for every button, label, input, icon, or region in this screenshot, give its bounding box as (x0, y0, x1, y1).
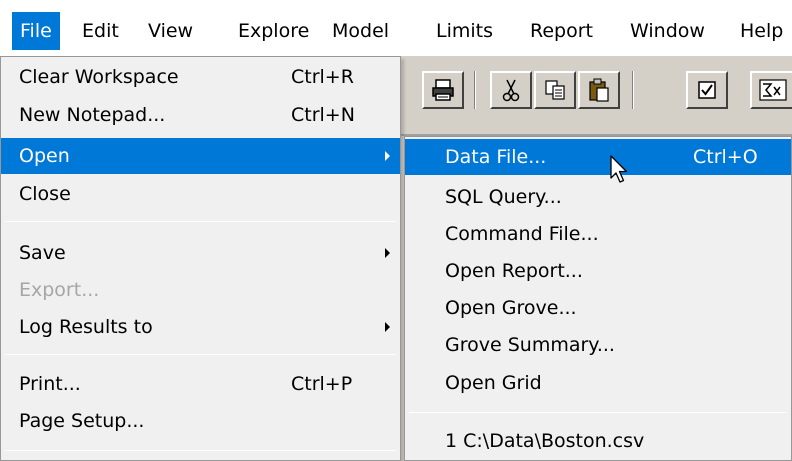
menu-edit[interactable]: Edit (82, 12, 119, 50)
submenu-arrow-icon (385, 151, 390, 161)
shortcut-label: Ctrl+R (291, 66, 354, 88)
menu-explore[interactable]: Explore (238, 12, 309, 50)
submenu-item-data-file[interactable]: Data File... Ctrl+O (405, 139, 791, 175)
menu-item-label: Clear Workspace (19, 66, 179, 88)
submenu-item-sql-query[interactable]: SQL Query... (405, 179, 791, 215)
menu-item-label: Open Grid (445, 372, 542, 394)
toolbar-separator (474, 71, 476, 109)
print-icon (431, 79, 455, 101)
copy-icon (544, 79, 566, 101)
toolbar-separator (632, 71, 634, 109)
menu-item-label: Save (19, 242, 66, 264)
menu-item-label: Print... (19, 373, 81, 395)
shortcut-label: Ctrl+O (693, 146, 758, 168)
menu-window[interactable]: Window (630, 12, 705, 50)
copy-button[interactable] (534, 71, 576, 109)
menu-item-clear-workspace[interactable]: Clear Workspace Ctrl+R (1, 59, 400, 95)
cut-button[interactable] (490, 71, 532, 109)
submenu-item-open-grid[interactable]: Open Grid (405, 365, 791, 401)
menu-item-label: Command File... (445, 223, 599, 245)
formula-icon (759, 79, 787, 101)
menu-file[interactable]: File (12, 12, 60, 50)
cut-icon (501, 78, 521, 102)
submenu-item-open-grove[interactable]: Open Grove... (405, 290, 791, 326)
menu-item-label: New Notepad... (19, 104, 166, 126)
menu-item-label: Close (19, 183, 71, 205)
menu-item-label: Open Report... (445, 260, 583, 282)
menu-item-page-setup[interactable]: Page Setup... (1, 403, 400, 439)
menu-item-label: Data File... (445, 146, 547, 168)
menu-item-label: SQL Query... (445, 186, 562, 208)
menu-item-label: Grove Summary... (445, 334, 615, 356)
submenu-item-grove-summary[interactable]: Grove Summary... (405, 327, 791, 363)
mouse-pointer-icon (610, 155, 630, 190)
menu-item-label: Open (19, 145, 70, 167)
menu-item-print[interactable]: Print... Ctrl+P (1, 366, 400, 402)
checkbox-icon (697, 80, 717, 100)
formula-button[interactable] (750, 71, 792, 109)
submenu-item-command-file[interactable]: Command File... (405, 216, 791, 252)
menu-item-label: Log Results to (19, 316, 153, 338)
menu-separator (5, 221, 396, 222)
menu-item-open[interactable]: Open (1, 138, 400, 174)
menu-separator (409, 412, 787, 413)
menu-limits[interactable]: Limits (436, 12, 493, 50)
submenu-item-open-report[interactable]: Open Report... (405, 253, 791, 289)
paste-icon (588, 78, 610, 102)
shortcut-label: Ctrl+N (291, 104, 355, 126)
menu-separator (5, 354, 396, 355)
menu-bar: File Edit View Explore Model Limits Repo… (0, 0, 792, 56)
menu-model[interactable]: Model (332, 12, 389, 50)
submenu-arrow-icon (385, 248, 390, 258)
file-menu: Clear Workspace Ctrl+R New Notepad... Ct… (0, 56, 401, 461)
toolbar (400, 56, 792, 136)
menu-item-log-results-to[interactable]: Log Results to (1, 309, 400, 345)
paste-button[interactable] (578, 71, 620, 109)
menu-item-label: Page Setup... (19, 410, 145, 432)
shortcut-label: Ctrl+P (291, 373, 353, 395)
open-submenu: Data File... Ctrl+O SQL Query... Command… (404, 136, 792, 461)
menu-view[interactable]: View (148, 12, 193, 50)
submenu-arrow-icon (385, 322, 390, 332)
menu-item-label: Export... (19, 279, 100, 301)
menu-help[interactable]: Help (740, 12, 783, 50)
print-button[interactable] (422, 71, 464, 109)
menu-item-new-notepad[interactable]: New Notepad... Ctrl+N (1, 97, 400, 133)
menu-separator (5, 450, 396, 451)
menu-item-label: Open Grove... (445, 297, 577, 319)
menu-item-label: 1 C:\Data\Boston.csv (445, 430, 645, 452)
menu-item-close[interactable]: Close (1, 176, 400, 212)
submenu-item-recent-file[interactable]: 1 C:\Data\Boston.csv (405, 423, 791, 459)
checkbox-button[interactable] (686, 71, 728, 109)
menu-item-export: Export... (1, 272, 400, 308)
menu-report[interactable]: Report (530, 12, 593, 50)
menu-item-save[interactable]: Save (1, 235, 400, 271)
